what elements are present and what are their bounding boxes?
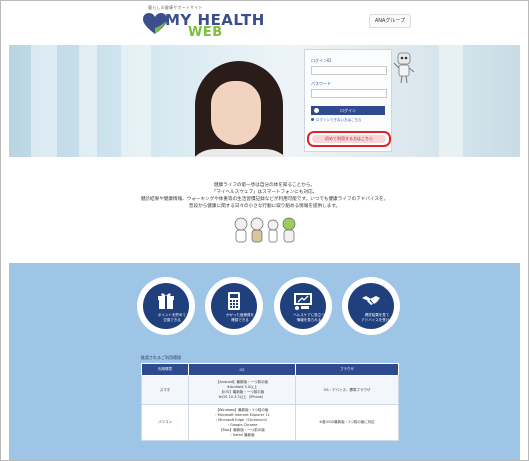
gift-icon: [158, 293, 174, 309]
background-pillar: [121, 45, 151, 157]
register-button[interactable]: 初めて利用する方はこちら: [312, 135, 386, 143]
os-line: ※iOS 10.3.3以上（iPhone）: [218, 395, 266, 399]
device-cell: パソコン: [141, 404, 189, 441]
background-pillar: [31, 45, 57, 157]
table-header-row: 利用環境 OS ブラウザ: [141, 363, 399, 376]
feature-caption: 交換できる: [163, 318, 181, 322]
hero-banner: ログインID パスワード ログイン ログインできない方はこちら 初めて利用する方…: [9, 45, 520, 157]
background-pillar: [79, 45, 97, 157]
feature-advice-button[interactable]: 健診結果を見て アドバイスを受ける: [342, 277, 400, 335]
logo-text-web[interactable]: WEB: [188, 25, 223, 40]
login-id-input[interactable]: [311, 66, 387, 75]
table-row: パソコン 【Windows】最新版・1つ前の版 ・Microsoft Inter…: [141, 404, 399, 441]
login-id-label: ログインID: [311, 58, 332, 63]
intro-text: 「マイヘルスウェブ」はスマートフォンにも対応。: [211, 190, 318, 195]
forgot-login-link[interactable]: ログインできない方はこちら: [311, 118, 387, 123]
feature-caption: 確認できる: [231, 318, 249, 322]
login-button[interactable]: ログイン: [311, 106, 385, 115]
browser-cell: ※各OSの最新版・1つ前の版に対応: [295, 404, 399, 441]
device-cell: スマホ: [141, 375, 189, 405]
handshake-icon: [362, 296, 380, 305]
browser-cell: OS・デバイス：標準ブラウザ: [295, 375, 399, 405]
feature-medical-cost-button[interactable]: かかった医療費を 確認できる: [205, 277, 263, 335]
background-pillar: [439, 45, 463, 157]
group-link[interactable]: ANAグループ: [369, 14, 411, 28]
intro-text: 健康ライフの第一歩は自分の体を知ることから。: [213, 183, 316, 188]
env-table-title: 推奨されるご利用環境: [141, 355, 181, 360]
intro-text: 普段から健康に関する日々の小さな行動に取り組める情報を提供します。: [188, 204, 341, 209]
feature-healthcare-info-button[interactable]: ヘルスケアに役立つ 情報を見られる: [274, 277, 332, 335]
column-header: OS: [188, 363, 296, 376]
login-panel: ログインID パスワード ログイン ログインできない方はこちら 初めて利用する方…: [304, 49, 392, 152]
feature-caption: アドバイスを受ける: [361, 318, 393, 322]
column-header: 利用環境: [141, 363, 189, 376]
presentation-icon: [294, 293, 312, 310]
feature-circle: 健診結果を見て アドバイスを受ける: [348, 283, 394, 329]
column-header: ブラウザ: [295, 363, 399, 376]
password-label: パスワード: [311, 81, 331, 86]
feature-circle: かかった医療費を 確認できる: [211, 283, 257, 329]
register-highlight: 初めて利用する方はこちら: [307, 131, 391, 147]
bullet-icon: [311, 118, 314, 121]
os-cell: 【Windows】最新版・1つ前の版 ・Microsoft Internet E…: [188, 404, 296, 441]
forgot-login-label: ログインできない方はこちら: [316, 118, 362, 122]
hero-woman-face: [211, 81, 261, 145]
features-section: ポイントを貯めて 交換できる かかった医療費を 確認できる ヘルスケアに役立つ …: [9, 263, 520, 460]
os-line: ・Safari 最新版: [229, 432, 255, 437]
os-cell: 【Android】最新版・一つ前の版 ※Android 5.0以上 【iOS】最…: [188, 375, 296, 405]
env-table: 利用環境 OS ブラウザ スマホ 【Android】最新版・一つ前の版 ※And…: [141, 363, 399, 441]
password-input[interactable]: [311, 89, 387, 98]
feature-caption: 情報を見られる: [296, 318, 322, 322]
table-row: スマホ 【Android】最新版・一つ前の版 ※Android 5.0以上 【i…: [141, 375, 399, 405]
feature-circle: ポイントを貯めて 交換できる: [143, 283, 189, 329]
calculator-icon: [228, 292, 240, 310]
feature-points-button[interactable]: ポイントを貯めて 交換できる: [137, 277, 195, 335]
intro-text: 健診結果や健康情報、ウォーキングや体重等の生活習慣記録などが利用可能です。いつで…: [140, 197, 389, 202]
page: 暮らしの健康サポートサイト MY HEALTH WEB ANAグループ ログイン…: [0, 0, 529, 461]
mascot-characters-icon: [234, 217, 296, 243]
intro-section: 健康ライフの第一歩は自分の体を知ることから。 「マイヘルスウェブ」はスマートフォ…: [1, 157, 528, 261]
site-header: 暮らしの健康サポートサイト MY HEALTH WEB ANAグループ: [1, 1, 528, 45]
login-button-label: ログイン: [340, 108, 356, 113]
login-arrow-icon: [314, 108, 319, 113]
robot-mascot-icon: [393, 52, 415, 84]
feature-circle: ヘルスケアに役立つ 情報を見られる: [280, 283, 326, 329]
